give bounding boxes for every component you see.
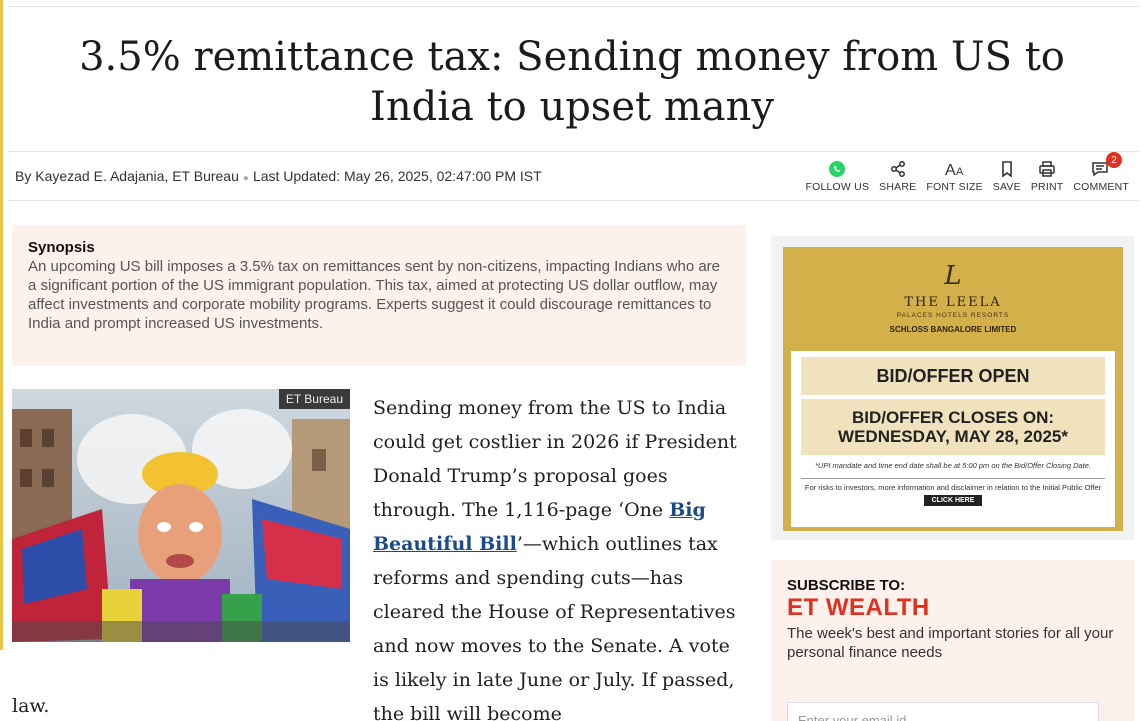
comment-label: COMMENT [1073,181,1129,193]
leela-logo: L [944,261,962,291]
subscribe-brand: ET WEALTH [787,594,930,621]
comment-count-badge: 2 [1106,152,1122,168]
leela-ipo-ad[interactable]: L THE LEELA PALACES HOTELS RESORTS SCHLO… [783,247,1123,531]
byline-separator: ● [242,173,249,184]
ad-offer-open: BID/OFFER OPEN [801,357,1105,395]
whatsapp-icon [828,158,846,180]
subscribe-heading: SUBSCRIBE TO: [787,577,906,594]
ad-container: L THE LEELA PALACES HOTELS RESORTS SCHLO… [771,236,1134,540]
last-updated: Last Updated: May 26, 2025, 02:47:00 PM … [252,168,542,184]
save-button[interactable]: SAVE [988,158,1026,193]
article-text-part2: ’—which outlines tax reforms and spendin… [373,533,736,721]
ad-close-line1: BID/OFFER CLOSES ON: [851,408,1055,427]
share-label: SHARE [879,181,917,193]
article-body: Sending money from the US to India could… [373,391,745,721]
subscribe-description: The week's best and important stories fo… [787,625,1114,661]
follow-us-button[interactable]: FOLLOW US [801,158,875,193]
subscribe-card: SUBSCRIBE TO: ET WEALTH The week's best … [771,560,1134,721]
ad-company-name: SCHLOSS BANGALORE LIMITED [889,325,1017,334]
article-text-tail: law. [12,695,50,717]
synopsis-title: Synopsis [28,239,95,256]
bookmark-icon [1000,158,1014,180]
author-link[interactable]: By Kayezad E. Adajania, ET Bureau [15,168,239,184]
parade-float-illustration [12,389,350,642]
synopsis-text: An upcoming US bill imposes a 3.5% tax o… [28,258,721,332]
ad-body: BID/OFFER OPEN BID/OFFER CLOSES ON: WEDN… [791,351,1115,527]
ad-close-line2: WEDNESDAY, MAY 28, 2025* [838,427,1068,446]
share-button[interactable]: SHARE [874,158,921,193]
email-input[interactable]: Enter your email id [787,702,1099,721]
left-accent-rule [0,0,3,650]
top-divider [8,6,1140,7]
save-label: SAVE [992,181,1021,193]
article-headline: 3.5% remittance tax: Sending money from … [79,34,1065,130]
ad-footnote: *UPI mandate and time end date shall be … [815,461,1091,470]
print-icon [1038,158,1056,180]
article-photo[interactable]: ET Bureau [12,389,350,642]
ad-brand-name: THE LEELA [904,295,1002,310]
meta-divider-bottom [8,200,1140,201]
follow-us-label: FOLLOW US [805,181,870,193]
meta-divider-top [8,151,1140,152]
byline: By Kayezad E. Adajania, ET Bureau ● Last U… [15,168,542,184]
ad-offer-close: BID/OFFER CLOSES ON: WEDNESDAY, MAY 28, … [801,399,1105,455]
ad-header: L THE LEELA PALACES HOTELS RESORTS SCHLO… [791,255,1115,351]
photo-credit-tag: ET Bureau [278,389,350,409]
share-icon [889,158,907,180]
svg-text:A: A [945,162,956,178]
print-label: PRINT [1030,181,1064,193]
font-size-label: FONT SIZE [926,181,983,193]
ad-click-here-button[interactable]: CLICK HERE [924,495,982,506]
svg-text:A: A [956,166,964,178]
article-actions: FOLLOW US SHARE AA FONT SIZE SAVE PRINT … [801,152,1135,193]
synopsis-box: Synopsis An upcoming US bill imposes a 3… [12,225,746,366]
comment-button[interactable]: 2 COMMENT [1068,152,1134,193]
font-size-button[interactable]: AA FONT SIZE [921,158,987,193]
ad-brand-tagline: PALACES HOTELS RESORTS [896,312,1010,319]
font-size-icon: AA [944,158,966,180]
print-button[interactable]: PRINT [1026,158,1069,193]
ad-risk-disclaimer: For risks to investors, more information… [801,478,1105,492]
